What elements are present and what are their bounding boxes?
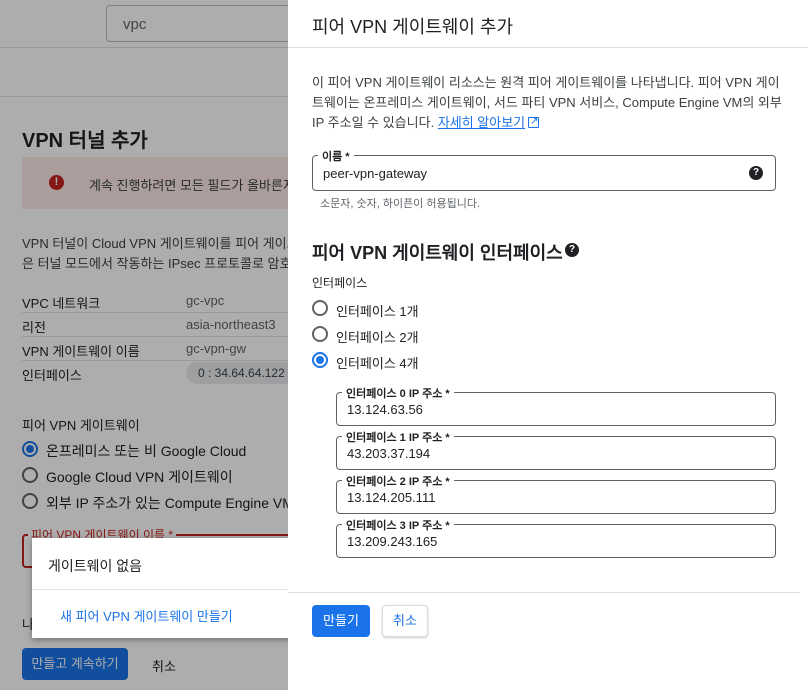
- radio-selected-icon: [312, 352, 328, 368]
- ip-field-label: 인터페이스 0 IP 주소 *: [342, 385, 454, 401]
- interface-label: 인터페이스: [312, 276, 368, 290]
- dropdown-item-create[interactable]: 새 피어 VPN 게이트웨이 만들기: [60, 606, 233, 625]
- radio-label: 인터페이스 4개: [336, 356, 419, 371]
- divider: [32, 589, 322, 590]
- ip-value: 43.203.37.194: [347, 446, 431, 461]
- radio-icon: [312, 326, 328, 342]
- panel-header: 피어 VPN 게이트웨이 추가: [288, 0, 808, 48]
- section-help-icon[interactable]: ?: [565, 243, 579, 257]
- ip-value: 13.124.63.56: [347, 402, 423, 417]
- name-label: 이름 *: [318, 148, 354, 164]
- section-title: 피어 VPN 게이트웨이 인터페이스: [312, 243, 563, 263]
- ip-field-label: 인터페이스 3 IP 주소 *: [342, 517, 454, 533]
- radio-label: 인터페이스 2개: [336, 330, 419, 345]
- name-field[interactable]: peer-vpn-gateway ?: [312, 155, 776, 191]
- help-icon[interactable]: ?: [749, 166, 763, 180]
- learn-more-link[interactable]: 자세히 알아보기: [438, 115, 525, 130]
- ip-field-label: 인터페이스 2 IP 주소 *: [342, 473, 454, 489]
- ip-value: 13.124.205.111: [347, 490, 436, 505]
- ip-field-label: 인터페이스 1 IP 주소 *: [342, 429, 454, 445]
- radio-icon: [312, 300, 328, 316]
- panel-description: 이 피어 VPN 게이트웨이 리소스는 원격 피어 게이트웨이를 나타냅니다. …: [312, 73, 782, 133]
- add-peer-gateway-panel: 피어 VPN 게이트웨이 추가 이 피어 VPN 게이트웨이 리소스는 원격 피…: [288, 0, 808, 690]
- radio-label: 인터페이스 1개: [336, 304, 419, 319]
- name-value: peer-vpn-gateway: [323, 166, 428, 181]
- ip-value: 13.209.243.165: [347, 534, 438, 549]
- name-hint: 소문자, 숫자, 하이픈이 허용됩니다.: [320, 198, 481, 210]
- panel-title: 피어 VPN 게이트웨이 추가: [312, 17, 514, 37]
- external-link-icon: [528, 112, 540, 132]
- footer-divider: [288, 592, 800, 593]
- gateway-dropdown-menu: 게이트웨이 없음 새 피어 VPN 게이트웨이 만들기: [32, 538, 322, 638]
- description-text: 이 피어 VPN 게이트웨이 리소스는 원격 피어 게이트웨이를 나타냅니다. …: [312, 75, 782, 130]
- dropdown-item-none[interactable]: 게이트웨이 없음: [48, 556, 142, 576]
- cancel-button[interactable]: 취소: [382, 605, 428, 637]
- create-button[interactable]: 만들기: [312, 605, 370, 637]
